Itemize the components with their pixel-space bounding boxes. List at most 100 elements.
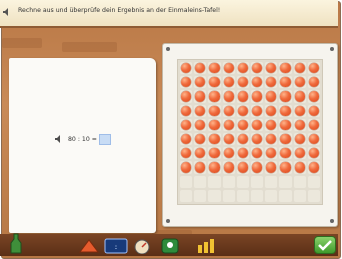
board-cell[interactable] <box>180 118 193 131</box>
board-cell[interactable] <box>194 118 207 131</box>
board-cell[interactable] <box>180 147 193 160</box>
board-cell[interactable] <box>250 90 264 103</box>
board-cell[interactable] <box>279 161 292 174</box>
board-cell[interactable] <box>293 161 306 174</box>
board-cell[interactable] <box>180 161 193 174</box>
board-cell[interactable] <box>194 76 207 89</box>
board-cell[interactable] <box>307 76 320 89</box>
board-cell[interactable] <box>222 161 235 174</box>
meter-icon[interactable] <box>132 238 152 254</box>
board-cell[interactable] <box>307 147 320 160</box>
board-cell[interactable] <box>279 132 292 146</box>
board-cell[interactable] <box>293 189 306 202</box>
board-cell[interactable] <box>265 90 278 103</box>
hat-icon[interactable] <box>78 238 100 254</box>
board-cell[interactable] <box>194 132 207 146</box>
board-cell[interactable] <box>250 161 264 174</box>
board-cell[interactable] <box>222 104 235 117</box>
board-cell[interactable] <box>194 147 207 160</box>
board-cell[interactable] <box>194 62 207 75</box>
board-cell[interactable] <box>208 147 221 160</box>
board-cell[interactable] <box>293 104 306 117</box>
board-cell[interactable] <box>208 118 221 131</box>
board-cell[interactable] <box>265 161 278 174</box>
board-cell[interactable] <box>222 132 235 146</box>
board-cell[interactable] <box>194 175 207 188</box>
board-cell[interactable] <box>307 175 320 188</box>
board-cell[interactable] <box>180 189 193 202</box>
board-cell[interactable] <box>208 132 221 146</box>
board-cell[interactable] <box>250 132 264 146</box>
board-cell[interactable] <box>222 62 235 75</box>
board-cell[interactable] <box>293 132 306 146</box>
answer-input[interactable] <box>98 133 111 145</box>
board-cell[interactable] <box>208 62 221 75</box>
board-cell[interactable] <box>265 118 278 131</box>
board-cell[interactable] <box>180 76 193 89</box>
board-cell[interactable] <box>194 189 207 202</box>
board-cell[interactable] <box>307 161 320 174</box>
board-cell[interactable] <box>194 161 207 174</box>
character-icon[interactable] <box>160 238 180 254</box>
board-cell[interactable] <box>265 62 278 75</box>
board-cell[interactable] <box>279 189 292 202</box>
board-cell[interactable] <box>250 104 264 117</box>
board-cell[interactable] <box>307 132 320 146</box>
board-cell[interactable] <box>222 189 235 202</box>
board-cell[interactable] <box>307 118 320 131</box>
board-cell[interactable] <box>208 90 221 103</box>
board-cell[interactable] <box>307 90 320 103</box>
board-cell[interactable] <box>250 147 264 160</box>
board-cell[interactable] <box>236 118 249 131</box>
board-cell[interactable] <box>250 189 264 202</box>
board-cell[interactable] <box>265 132 278 146</box>
board-cell[interactable] <box>236 189 249 202</box>
board-cell[interactable] <box>307 189 320 202</box>
board-cell[interactable] <box>236 62 249 75</box>
board-cell[interactable] <box>194 90 207 103</box>
board-cell[interactable] <box>222 90 235 103</box>
speaker-icon[interactable] <box>54 134 64 144</box>
board-cell[interactable] <box>293 76 306 89</box>
clock-icon[interactable]: : <box>104 238 128 254</box>
board-cell[interactable] <box>250 118 264 131</box>
board-cell[interactable] <box>279 62 292 75</box>
board-cell[interactable] <box>180 104 193 117</box>
board-cell[interactable] <box>265 175 278 188</box>
board-cell[interactable] <box>180 132 193 146</box>
board-cell[interactable] <box>293 62 306 75</box>
board-cell[interactable] <box>180 175 193 188</box>
board-cell[interactable] <box>279 175 292 188</box>
board-cell[interactable] <box>236 147 249 160</box>
board-cell[interactable] <box>222 76 235 89</box>
board-cell[interactable] <box>236 90 249 103</box>
board-cell[interactable] <box>250 175 264 188</box>
board-cell[interactable] <box>208 189 221 202</box>
board-cell[interactable] <box>208 175 221 188</box>
board-cell[interactable] <box>293 90 306 103</box>
board-cell[interactable] <box>293 147 306 160</box>
confirm-button[interactable] <box>314 236 336 254</box>
board-cell[interactable] <box>208 76 221 89</box>
dot-grid[interactable] <box>177 59 323 205</box>
board-cell[interactable] <box>279 104 292 117</box>
board-cell[interactable] <box>180 62 193 75</box>
board-cell[interactable] <box>208 104 221 117</box>
speaker-icon[interactable] <box>2 7 12 17</box>
board-cell[interactable] <box>236 161 249 174</box>
board-cell[interactable] <box>265 147 278 160</box>
board-cell[interactable] <box>279 76 292 89</box>
board-cell[interactable] <box>279 118 292 131</box>
board-cell[interactable] <box>265 189 278 202</box>
board-cell[interactable] <box>236 104 249 117</box>
board-cell[interactable] <box>250 62 264 75</box>
board-cell[interactable] <box>293 118 306 131</box>
board-cell[interactable] <box>250 76 264 89</box>
board-cell[interactable] <box>236 132 249 146</box>
board-cell[interactable] <box>307 62 320 75</box>
board-cell[interactable] <box>265 104 278 117</box>
board-cell[interactable] <box>222 175 235 188</box>
board-cell[interactable] <box>222 147 235 160</box>
board-cell[interactable] <box>265 76 278 89</box>
board-cell[interactable] <box>279 147 292 160</box>
